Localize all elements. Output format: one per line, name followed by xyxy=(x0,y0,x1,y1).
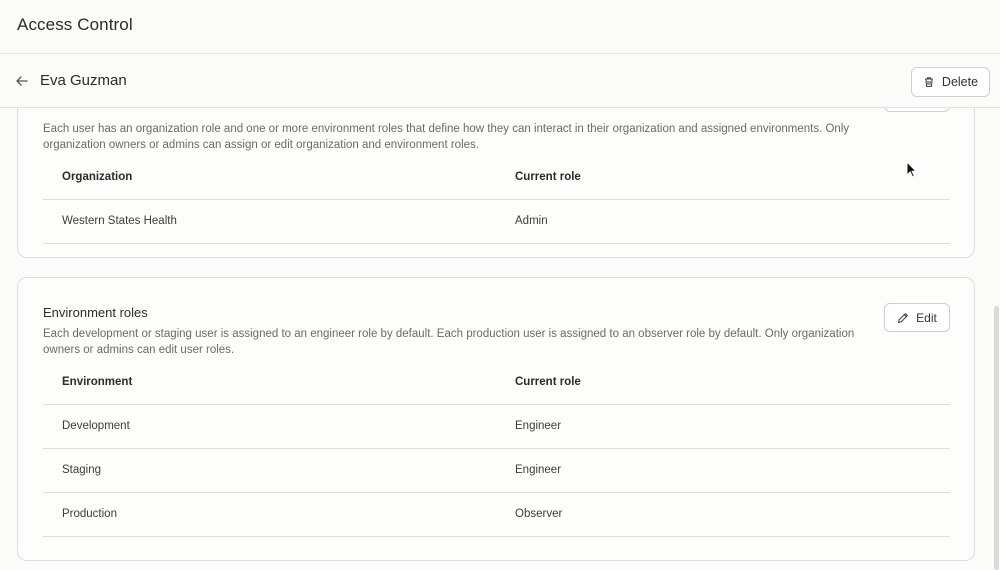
main-content[interactable]: Each user has an organization role and o… xyxy=(0,108,1000,570)
app-header: Access Control xyxy=(0,0,1000,54)
column-header-current-role: Current role xyxy=(515,376,581,388)
table-row: Production Observer xyxy=(43,493,950,537)
user-name-title: Eva Guzman xyxy=(40,72,127,89)
mouse-cursor-icon xyxy=(906,161,918,178)
table-header: Organization Current role xyxy=(43,156,950,200)
delete-button-label: Delete xyxy=(941,75,979,89)
edit-button-label: Edit xyxy=(916,310,937,325)
env-roles-title: Environment roles xyxy=(43,305,148,320)
pencil-icon xyxy=(898,312,909,323)
org-role: Admin xyxy=(515,215,548,227)
org-edit-button[interactable] xyxy=(884,108,950,112)
env-roles-card: Environment roles Edit Each development … xyxy=(17,277,975,561)
table-row: Staging Engineer xyxy=(43,449,950,493)
scrollbar[interactable] xyxy=(994,306,999,570)
column-header-current-role: Current role xyxy=(515,171,581,183)
env-role: Engineer xyxy=(515,464,562,476)
env-name: Staging xyxy=(62,464,102,476)
env-role: Engineer xyxy=(515,420,562,432)
org-roles-description: Each user has an organization role and o… xyxy=(43,123,850,151)
org-roles-table: Organization Current role Western States… xyxy=(43,156,950,244)
env-roles-table: Environment Current role Development Eng… xyxy=(43,361,950,537)
env-name: Development xyxy=(62,420,130,432)
env-name: Production xyxy=(62,508,117,520)
org-roles-card: Each user has an organization role and o… xyxy=(17,108,975,258)
org-name: Western States Health xyxy=(62,215,177,227)
app-title: Access Control xyxy=(17,15,133,34)
delete-button[interactable]: Delete xyxy=(911,67,990,97)
arrow-left-icon xyxy=(16,76,28,86)
table-row: Development Engineer xyxy=(43,405,950,449)
trash-icon xyxy=(924,77,933,88)
column-header-environment: Environment xyxy=(62,376,133,388)
env-edit-button[interactable]: Edit xyxy=(884,303,950,332)
table-row: Western States Health Admin xyxy=(43,200,950,244)
table-header: Environment Current role xyxy=(43,361,950,405)
env-role: Observer xyxy=(515,508,563,520)
user-header: Eva Guzman Delete xyxy=(0,54,1000,108)
back-button[interactable] xyxy=(12,71,32,91)
column-header-organization: Organization xyxy=(62,171,133,183)
env-roles-description: Each development or staging user is assi… xyxy=(43,328,855,356)
